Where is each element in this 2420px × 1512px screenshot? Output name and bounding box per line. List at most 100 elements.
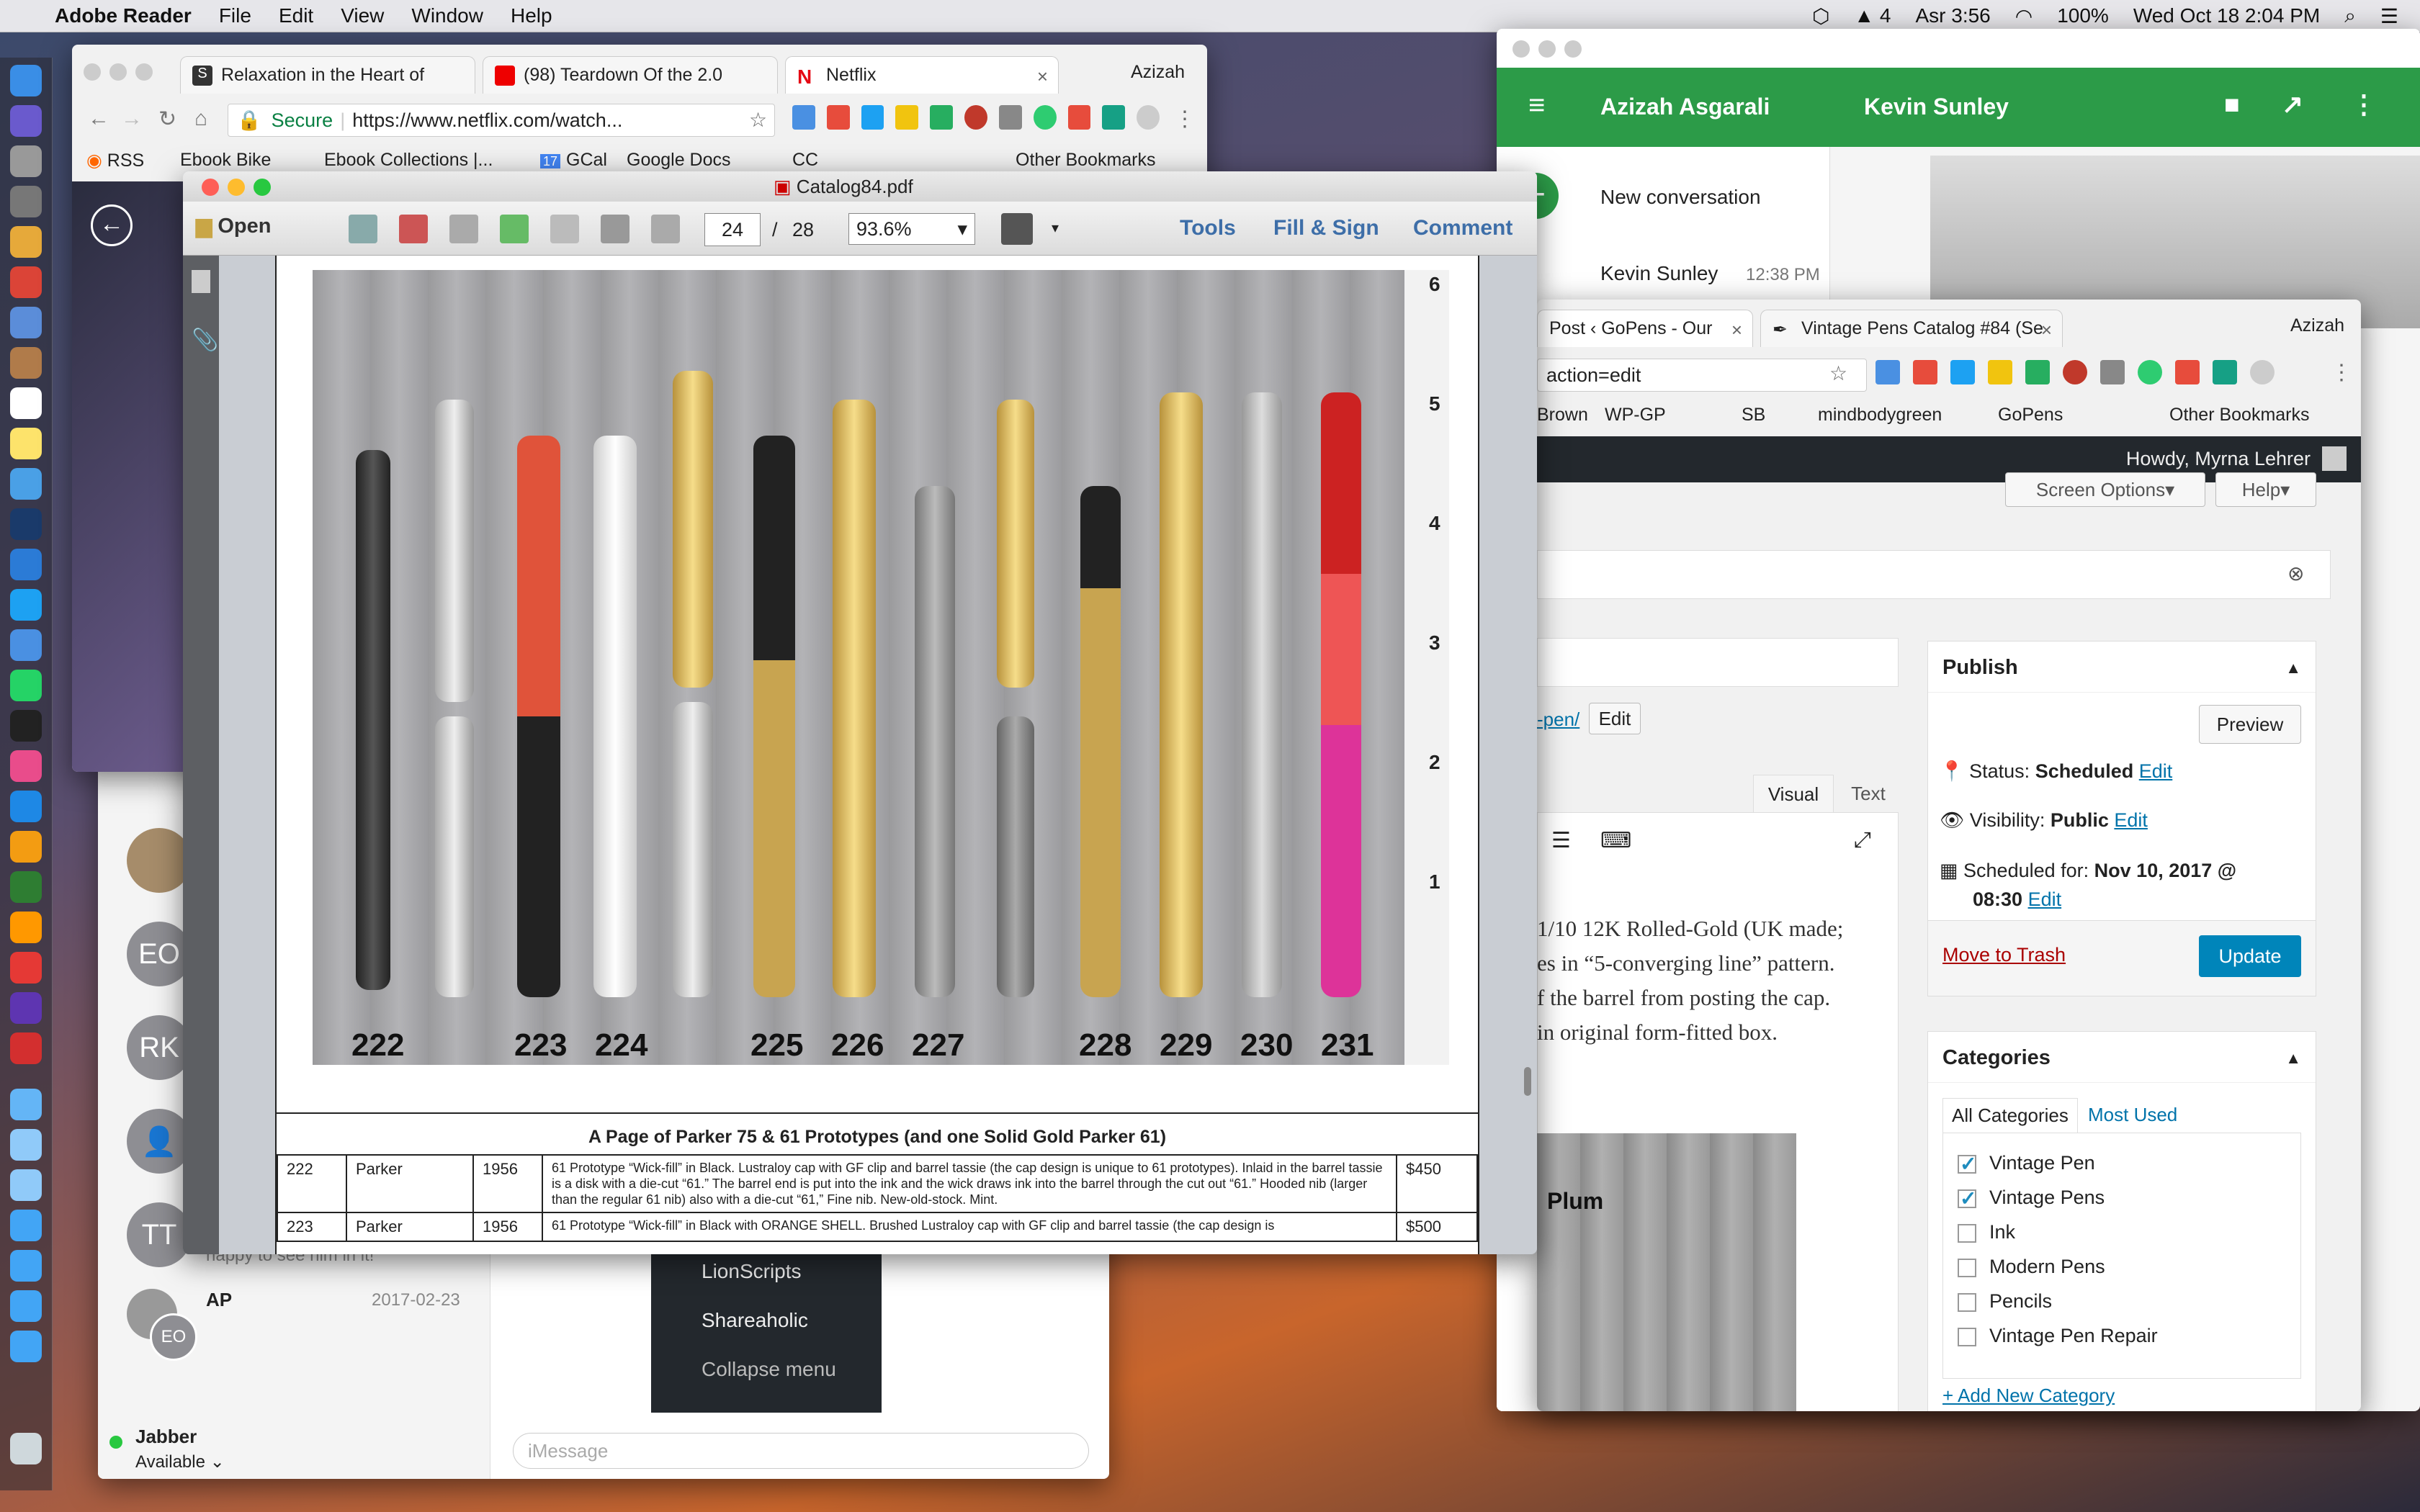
video-call-icon[interactable]: ■ (2224, 89, 2240, 120)
extension-icon[interactable] (2138, 360, 2162, 384)
new-badge-icon[interactable] (2213, 360, 2237, 384)
extension-icon[interactable] (1137, 105, 1160, 130)
chrome-menu-icon[interactable]: ⋮ (2331, 360, 2352, 385)
email-icon[interactable] (651, 215, 680, 243)
address-bar[interactable]: 🔒 Secure | https://www.netflix.com/watch… (228, 104, 775, 137)
toolbar-more-icon[interactable]: ▾ (1052, 219, 1059, 237)
extension-icon[interactable] (2250, 360, 2275, 384)
bookmark-wp-gp[interactable]: WP-GP (1605, 405, 1666, 426)
zoom-button[interactable] (1564, 40, 1582, 58)
document-icon-2[interactable] (10, 1169, 42, 1201)
profile-name[interactable]: Azizah (1131, 62, 1185, 83)
new-badge-icon[interactable] (1102, 105, 1126, 130)
messages-icon[interactable] (10, 629, 42, 661)
extension-icon[interactable] (861, 105, 884, 130)
schedule-edit-link[interactable]: Edit (2028, 888, 2062, 910)
attachment-icon[interactable]: 📎 (192, 328, 218, 353)
tab-vintage-pens-catalog[interactable]: ✒ Vintage Pens Catalog #84 (Se × (1760, 310, 2063, 347)
extension-icon[interactable] (2175, 360, 2200, 384)
extension-icon[interactable] (1067, 105, 1091, 130)
dismiss-icon[interactable]: ⊗ (2287, 562, 2304, 585)
contacts-icon[interactable] (10, 347, 42, 379)
tools-tab[interactable]: Tools (1180, 216, 1236, 240)
avatar-eo-small[interactable]: EO (150, 1313, 197, 1361)
preview-button[interactable]: Preview (2199, 705, 2301, 744)
wifi-icon[interactable]: ◠ (2015, 4, 2033, 28)
battery-percent[interactable]: 100% (2057, 4, 2109, 27)
ap-name[interactable]: AP (206, 1289, 232, 1311)
tab-youtube[interactable]: (98) Teardown Of the 2.0 (483, 56, 778, 94)
title-field[interactable] (1537, 638, 1899, 687)
extension-icon[interactable] (998, 105, 1022, 130)
pinterest-icon[interactable] (2063, 360, 2087, 384)
print-icon[interactable] (601, 215, 629, 243)
tab-visual[interactable]: Visual (1753, 775, 1834, 813)
downloads-icon[interactable] (10, 1331, 42, 1362)
minimize-button[interactable] (228, 179, 245, 196)
profile-name[interactable]: Azizah (2290, 315, 2344, 336)
avatar[interactable] (127, 828, 192, 893)
folder-icon-3[interactable] (10, 1290, 42, 1322)
zoom-select[interactable]: 93.6% ▾ (848, 213, 975, 245)
checkbox[interactable] (1958, 1223, 1976, 1243)
permalink-link[interactable]: -pen/ (1537, 708, 1579, 731)
save-icon[interactable] (550, 215, 579, 243)
extension-icon[interactable] (1033, 105, 1057, 130)
more-options-icon[interactable]: ⋮ (2351, 89, 2377, 120)
fit-page-icon[interactable] (1001, 213, 1033, 245)
system-prefs-icon[interactable] (10, 186, 42, 217)
menu-help[interactable]: Help (511, 4, 552, 27)
pages-icon[interactable] (192, 270, 210, 293)
category-modern-pens[interactable]: Modern Pens (1958, 1256, 2105, 1278)
menu-edit[interactable]: Edit (279, 4, 313, 27)
menu-shareaholic[interactable]: Shareaholic (702, 1309, 808, 1332)
close-tab-icon[interactable]: × (1731, 319, 1742, 341)
bookmark-rss[interactable]: ◉ RSS (86, 150, 144, 171)
close-tab-icon[interactable]: × (2041, 319, 2052, 341)
back-icon[interactable]: ← (88, 107, 109, 131)
acrobat-icon[interactable] (10, 1032, 42, 1064)
siri-icon[interactable] (10, 105, 42, 137)
menu-window[interactable]: Window (411, 4, 483, 27)
extension-icon[interactable] (1950, 360, 1975, 384)
pinterest-icon[interactable] (964, 105, 987, 130)
whatsapp-icon[interactable] (10, 670, 42, 701)
checkbox[interactable] (1958, 1258, 1976, 1277)
pocket-icon[interactable] (826, 105, 850, 130)
checkbox-checked[interactable] (1958, 1187, 1976, 1210)
fullscreen-icon[interactable]: ⤢ (1854, 828, 1871, 852)
extension-icon[interactable] (1988, 360, 2012, 384)
popout-icon[interactable]: ↗ (2282, 89, 2303, 120)
menu-lionscripts[interactable]: LionScripts (702, 1260, 802, 1283)
open-button[interactable]: ▆ Open (196, 213, 271, 238)
clock[interactable]: Wed Oct 18 2:04 PM (2133, 4, 2320, 27)
avatar-person-icon[interactable]: 👤 (127, 1109, 192, 1174)
bookmark-ebook-bike[interactable]: Ebook Bike (180, 150, 271, 171)
close-button[interactable] (84, 63, 101, 81)
avatar-tt[interactable]: TT (127, 1202, 192, 1267)
add-new-category-link[interactable]: + Add New Category (1942, 1385, 2115, 1407)
tab-most-used[interactable]: Most Used (2088, 1104, 2177, 1126)
extension-icon[interactable] (895, 105, 919, 130)
bookmark-ebook-collections[interactable]: Ebook Collections |... (324, 150, 493, 171)
imovie-icon[interactable] (10, 992, 42, 1024)
extension-icon[interactable] (792, 105, 815, 130)
minimize-button[interactable] (1538, 40, 1556, 58)
bookmark-mindbodygreen[interactable]: mindbodygreen (1818, 405, 1942, 426)
bookmark-google-docs[interactable]: Google Docs (627, 150, 731, 171)
chrome-icon[interactable] (10, 266, 42, 298)
scrollbar-thumb[interactable] (1524, 1067, 1531, 1096)
collapse-menu[interactable]: Collapse menu (702, 1358, 836, 1381)
ibooks-icon[interactable] (10, 831, 42, 863)
applications-folder-icon[interactable] (10, 1089, 42, 1120)
appstore-icon[interactable] (10, 791, 42, 822)
trash-icon[interactable] (10, 1433, 42, 1464)
pocket-icon[interactable] (1913, 360, 1937, 384)
preview-icon[interactable] (10, 307, 42, 338)
visibility-edit-link[interactable]: Edit (2114, 809, 2148, 831)
twitter-icon[interactable] (10, 589, 42, 621)
keyboard-icon[interactable]: ⌨ (1600, 828, 1631, 853)
status-select[interactable]: Available ⌄ (135, 1452, 225, 1472)
checkbox[interactable] (1958, 1327, 1976, 1346)
screen-options-button[interactable]: Screen Options ▾ (2005, 472, 2205, 507)
